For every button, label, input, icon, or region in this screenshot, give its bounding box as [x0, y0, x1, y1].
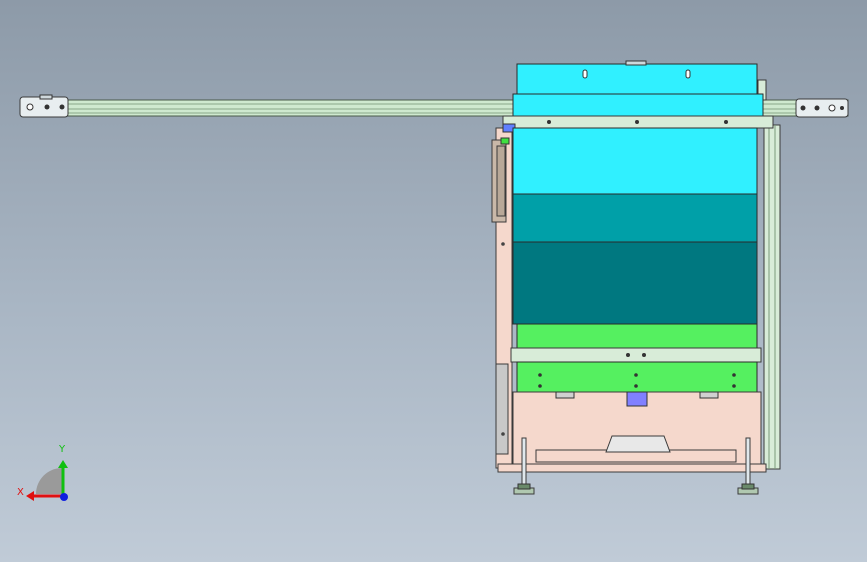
hopper-middle-band[interactable]	[512, 193, 758, 243]
z-axis-dot	[60, 493, 68, 501]
x-axis-label: X	[17, 487, 24, 498]
right-end-bracket[interactable]	[795, 98, 849, 118]
green-tray[interactable]	[510, 323, 762, 393]
base-plate[interactable]	[497, 391, 767, 473]
assembly-drawing[interactable]	[0, 0, 867, 562]
cad-viewport[interactable]: X Y	[0, 0, 867, 562]
hopper-upper-band[interactable]	[512, 127, 758, 195]
left-end-bracket[interactable]	[19, 94, 69, 118]
axis-triad	[26, 460, 68, 501]
y-axis-label: Y	[59, 444, 66, 455]
top-cap-box[interactable]	[516, 60, 758, 95]
hopper-cap-band[interactable]	[512, 93, 764, 119]
left-side-plates[interactable]	[491, 127, 513, 469]
hopper-lower-band[interactable]	[512, 241, 758, 325]
